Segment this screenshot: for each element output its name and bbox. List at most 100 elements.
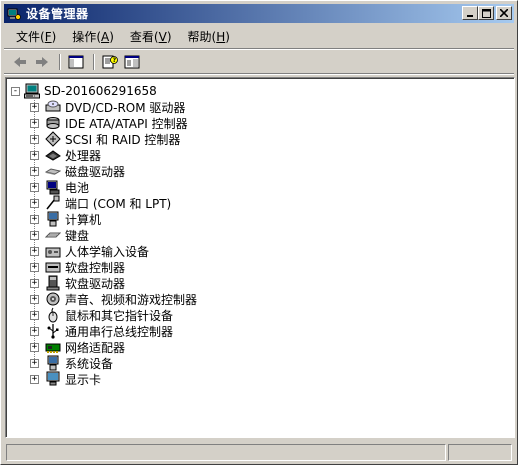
details-pane-button[interactable] [122,53,142,71]
minimize-button[interactable] [462,6,478,20]
tree-root-node[interactable]: - SD-201606291658 [11,83,157,99]
device-tree[interactable]: - SD-201606291658 + DVD/CD-ROM 驱动器 + IDE… [5,77,515,438]
tree-node-label: IDE ATA/ATAPI 控制器 [65,116,188,131]
expand-icon[interactable]: + [30,358,39,368]
show-hide-tree-button[interactable] [66,53,86,71]
tree-node-floppy-drive[interactable]: + 软盘驱动器 [6,275,514,291]
tree-node-display-adapters[interactable]: + 显示卡 [6,371,514,387]
expand-icon[interactable]: + [30,342,39,352]
close-button[interactable] [496,6,512,20]
expand-icon[interactable]: + [30,198,39,208]
floppy-controller-icon [45,259,61,275]
menu-bar: 文件(F) 操作(A) 查看(V) 帮助(H) [4,26,514,48]
expand-icon[interactable]: + [30,182,39,192]
device-manager-app-icon [6,6,22,22]
tree-node-usb[interactable]: + 通用串行总线控制器 [6,323,514,339]
toolbar-separator-2 [93,54,95,70]
toolbar-separator [59,54,61,70]
computer-name-label: SD-201606291658 [44,84,157,98]
forward-arrow-icon [36,57,48,67]
tree-node-label: 键盘 [65,228,90,243]
tree-node-label: 网络适配器 [65,340,126,355]
tree-node-label: 人体学输入设备 [65,244,150,259]
tree-node-disk-drives[interactable]: + 磁盘驱动器 [6,163,514,179]
tree-node-label: 软盘控制器 [65,260,126,275]
toolbar: ? [4,51,514,73]
ide-controller-icon [45,115,61,131]
tree-node-mouse[interactable]: + 鼠标和其它指针设备 [6,307,514,323]
expand-icon[interactable]: + [30,246,39,256]
tree-node-label: 声音、视频和游戏控制器 [65,292,198,307]
display-adapter-icon [45,371,61,387]
expand-icon[interactable]: + [30,310,39,320]
system-devices-icon [45,355,61,371]
title-buttons [462,6,512,20]
disk-drive-icon [45,163,61,179]
tree-node-ide-ata[interactable]: + IDE ATA/ATAPI 控制器 [6,115,514,131]
tree-node-battery[interactable]: + 电池 [6,179,514,195]
tree-node-floppy-controller[interactable]: + 软盘控制器 [6,259,514,275]
network-adapter-icon [45,339,61,355]
tree-node-label: 处理器 [65,148,102,163]
mouse-icon [45,307,61,323]
status-panel-secondary [448,443,512,461]
cdrom-icon [45,99,61,115]
tree-node-ports[interactable]: + 端口 (COM 和 LPT) [6,195,514,211]
details-pane-icon [124,55,140,69]
scsi-controller-icon [45,131,61,147]
tree-node-label: 端口 (COM 和 LPT) [65,196,172,211]
port-icon [45,195,61,211]
tree-node-label: 电池 [65,180,90,195]
forward-button[interactable] [32,53,52,71]
expand-icon[interactable]: + [30,230,39,240]
tree-node-network-adapters[interactable]: + 网络适配器 [6,339,514,355]
tree-node-scsi-raid[interactable]: + SCSI 和 RAID 控制器 [6,131,514,147]
show-hide-tree-icon [68,55,84,69]
keyboard-icon [45,227,61,243]
tree-node-processor[interactable]: + 处理器 [6,147,514,163]
svg-text:?: ? [113,57,117,64]
expand-icon[interactable]: + [30,134,39,144]
maximize-button[interactable] [478,6,494,20]
tree-node-computer[interactable]: + 计算机 [6,211,514,227]
menu-help[interactable]: 帮助(H) [180,28,238,46]
tree-node-sound-video[interactable]: + 声音、视频和游戏控制器 [6,291,514,307]
status-panel-main [6,443,446,461]
expand-icon[interactable]: + [30,102,39,112]
window-title: 设备管理器 [26,7,89,21]
tree-node-system-devices[interactable]: + 系统设备 [6,355,514,371]
expand-icon[interactable]: + [30,262,39,272]
tree-node-label: DVD/CD-ROM 驱动器 [65,100,186,115]
tree-node-hid[interactable]: + 人体学输入设备 [6,243,514,259]
title-bar[interactable]: 设备管理器 [4,4,514,23]
tree-node-dvd-cdrom[interactable]: + DVD/CD-ROM 驱动器 [6,99,514,115]
collapse-icon[interactable]: - [11,86,20,96]
expand-icon[interactable]: + [30,118,39,128]
properties-button[interactable]: ? [100,53,120,71]
computer-icon [45,211,61,227]
menu-file[interactable]: 文件(F) [8,28,64,46]
expand-icon[interactable]: + [30,294,39,304]
tree-node-label: SCSI 和 RAID 控制器 [65,132,181,147]
expand-icon[interactable]: + [30,374,39,384]
floppy-drive-icon [45,275,61,291]
expand-icon[interactable]: + [30,150,39,160]
menu-action[interactable]: 操作(A) [64,28,122,46]
expand-icon[interactable]: + [30,326,39,336]
expand-icon[interactable]: + [30,166,39,176]
tree-node-label: 通用串行总线控制器 [65,324,174,339]
processor-icon [45,147,61,163]
tree-node-label: 软盘驱动器 [65,276,126,291]
expand-icon[interactable]: + [30,214,39,224]
hid-icon [45,243,61,259]
back-button[interactable] [10,53,30,71]
tree-node-keyboard[interactable]: + 键盘 [6,227,514,243]
usb-icon [45,323,61,339]
tree-node-label: 计算机 [65,212,102,227]
menu-view[interactable]: 查看(V) [122,28,180,46]
back-arrow-icon [14,57,26,67]
tree-node-label: 鼠标和其它指针设备 [65,308,174,323]
expand-icon[interactable]: + [30,278,39,288]
battery-icon [45,179,61,195]
toolbar-separator-line [4,73,514,75]
